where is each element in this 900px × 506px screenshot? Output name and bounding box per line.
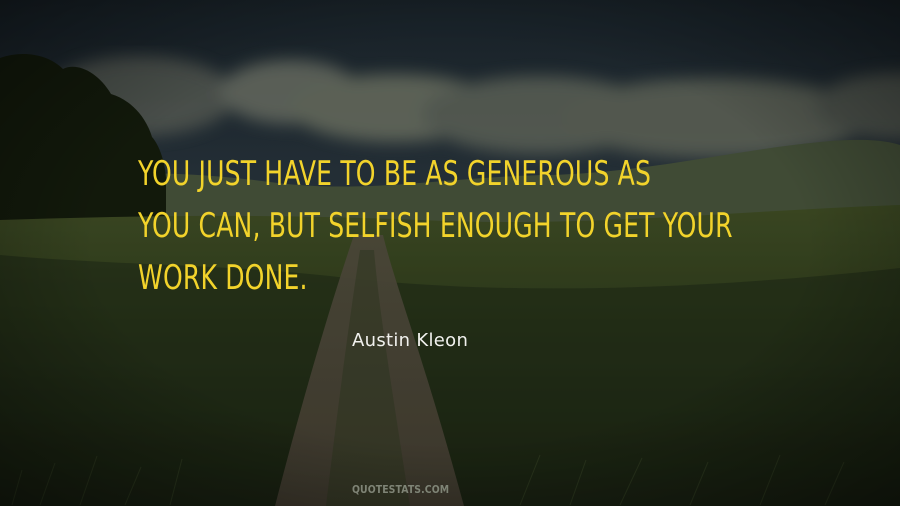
- quote-line-3: WORK DONE.: [138, 258, 308, 298]
- quote-text: YOU JUST HAVE TO BE AS GENEROUS AS YOU C…: [138, 148, 798, 304]
- quote-line-1: YOU JUST HAVE TO BE AS GENEROUS AS: [138, 154, 652, 194]
- quote-card: YOU JUST HAVE TO BE AS GENEROUS AS YOU C…: [0, 0, 900, 506]
- site-watermark: QUOTESTATS.COM: [352, 483, 450, 496]
- quote-line-2: YOU CAN, BUT SELFISH ENOUGH TO GET YOUR: [138, 206, 733, 246]
- author-name: Austin Kleon: [352, 330, 469, 351]
